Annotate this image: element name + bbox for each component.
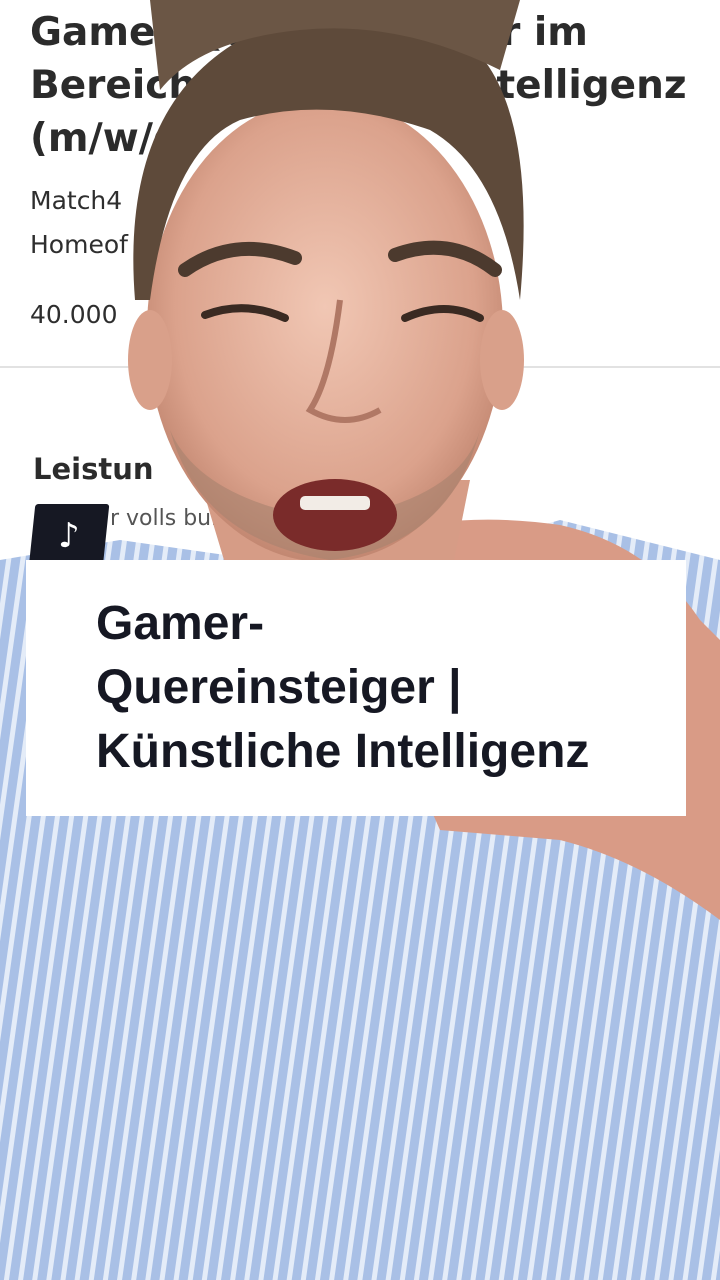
apply-button[interactable] xyxy=(560,1132,684,1196)
salary: 40.000 xyxy=(30,300,118,329)
job-location: Homeof xyxy=(30,230,128,259)
music-note-icon: ♪ xyxy=(58,516,80,556)
job-title: Gamer-Quereinsteiger im Bereich Künstlic… xyxy=(30,10,687,161)
benefits-heading: Leistun xyxy=(33,452,154,486)
caption-line: Gamer- xyxy=(96,597,265,650)
description-line: einem xyxy=(608,984,686,1013)
description-line: nde Welt xyxy=(575,1072,686,1101)
divider xyxy=(0,366,720,368)
caption-line: Künstliche Intelligenz xyxy=(96,725,590,778)
company-name[interactable]: Match4 xyxy=(30,186,122,215)
caption-card: Gamer- Quereinsteiger | Künstliche Intel… xyxy=(26,560,686,816)
caption-line: Quereinsteiger | xyxy=(96,661,462,714)
tiktok-icon: ♪ xyxy=(28,504,110,568)
description-line: ? Bei uns xyxy=(572,1028,686,1057)
benefits-text: r volls bung xyxy=(110,506,240,531)
